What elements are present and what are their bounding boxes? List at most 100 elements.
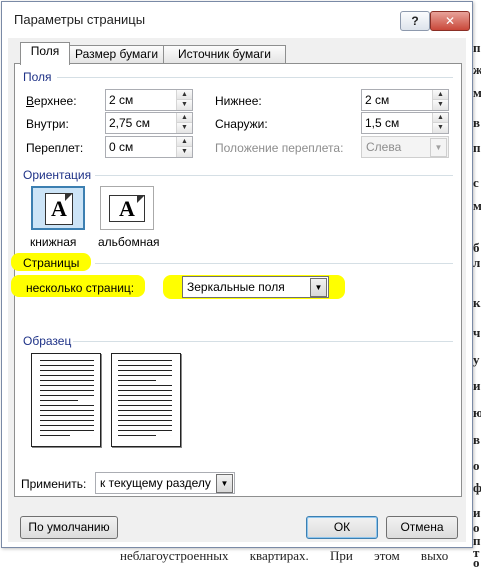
background-char: п xyxy=(473,140,481,155)
background-char: ф xyxy=(473,480,481,495)
bottom-margin-spinner[interactable]: 2 см ▲ ▼ xyxy=(361,89,449,111)
preview-group-divider xyxy=(73,341,453,342)
spin-up-icon[interactable]: ▲ xyxy=(177,90,192,100)
background-char: в xyxy=(473,432,481,447)
bottom-margin-label: Нижнее: xyxy=(215,94,262,108)
page-fold-icon xyxy=(65,193,73,201)
preview-line xyxy=(118,420,172,421)
preview-page-left xyxy=(31,353,101,447)
gutter-label: Переплет: xyxy=(26,141,84,155)
preview-line xyxy=(118,385,172,386)
multiple-pages-select[interactable]: Зеркальные поля ▼ xyxy=(182,276,329,298)
top-margin-label-text: ерхнее: xyxy=(34,94,77,108)
ok-button[interactable]: ОК xyxy=(306,516,378,539)
page-setup-dialog: Параметры страницы ? ✕ Поля Размер бумаг… xyxy=(1,1,473,548)
preview-line xyxy=(40,375,94,376)
preview-line xyxy=(40,435,70,436)
portrait-page-icon: A xyxy=(45,193,73,225)
background-char: б xyxy=(473,240,480,255)
top-margin-label: Верхнее: xyxy=(26,94,77,108)
preview-line xyxy=(40,415,94,416)
tab-paper-size[interactable]: Размер бумаги xyxy=(69,45,164,64)
preview-line xyxy=(40,365,94,366)
pages-group-label: Страницы xyxy=(23,256,80,270)
gutter-position-select[interactable]: Слева ▼ xyxy=(361,136,449,158)
spin-down-icon[interactable]: ▼ xyxy=(177,100,192,110)
inside-margin-spinner[interactable]: 2,75 см ▲ ▼ xyxy=(105,112,193,134)
dialog-client: Поля Размер бумаги Источник бумаги Поля … xyxy=(8,38,466,542)
preview-page-right xyxy=(111,353,181,447)
spin-up-icon[interactable]: ▲ xyxy=(177,137,192,147)
background-char: с xyxy=(473,175,479,190)
preview-line xyxy=(40,385,94,386)
spin-down-icon[interactable]: ▼ xyxy=(177,123,192,133)
gutter-spinner[interactable]: 0 см ▲ ▼ xyxy=(105,136,193,158)
preview-line xyxy=(40,410,94,411)
spin-up-icon[interactable]: ▲ xyxy=(433,113,448,123)
pages-group-divider xyxy=(95,263,453,264)
bottom-margin-value: 2 см xyxy=(365,93,390,107)
spin-down-icon[interactable]: ▼ xyxy=(433,100,448,110)
top-margin-value: 2 см xyxy=(109,93,134,107)
preview-line xyxy=(40,400,78,401)
title-bar: Параметры страницы ? ✕ xyxy=(2,2,472,36)
tab-margins[interactable]: Поля xyxy=(20,42,70,65)
preview-line xyxy=(118,415,172,416)
preview-line xyxy=(40,395,94,396)
preview-line xyxy=(118,425,172,426)
background-right-column: пжмвпсмблкчуиювофиопто xyxy=(472,0,481,570)
portrait-label: книжная xyxy=(30,235,77,249)
background-char: в xyxy=(473,115,481,130)
spin-up-icon[interactable]: ▲ xyxy=(177,113,192,123)
landscape-label: альбомная xyxy=(98,235,160,249)
gutter-position-label: Положение переплета: xyxy=(215,141,344,155)
background-char: к xyxy=(473,295,481,310)
preview-line xyxy=(40,390,94,391)
inside-margin-value: 2,75 см xyxy=(109,116,150,130)
landscape-page-icon: A xyxy=(109,195,145,222)
cancel-button[interactable]: Отмена xyxy=(386,516,458,539)
help-button[interactable]: ? xyxy=(400,11,430,31)
preview-line xyxy=(118,365,172,366)
preview-line xyxy=(40,360,94,361)
preview-line xyxy=(40,380,94,381)
multiple-pages-value: Зеркальные поля xyxy=(187,280,285,294)
spin-down-icon[interactable]: ▼ xyxy=(433,123,448,133)
preview-line xyxy=(118,375,172,376)
background-char: м xyxy=(473,198,481,213)
preview-line xyxy=(118,405,172,406)
background-char: ч xyxy=(473,325,481,340)
bottom-margin-arrows: ▲ ▼ xyxy=(432,90,448,110)
margins-group-label: Поля xyxy=(23,70,52,84)
outside-margin-label: Снаружи: xyxy=(215,117,268,131)
apply-select[interactable]: к текущему разделу ▼ xyxy=(95,472,235,494)
margins-group-divider xyxy=(57,77,453,78)
preview-line xyxy=(40,420,94,421)
portrait-button[interactable]: A xyxy=(31,186,85,230)
tab-paper-source[interactable]: Источник бумаги xyxy=(163,45,286,64)
dialog-title: Параметры страницы xyxy=(14,12,146,27)
multiple-pages-label: несколько страниц: xyxy=(26,281,135,295)
apply-value: к текущему разделу xyxy=(100,476,211,490)
preview-line xyxy=(118,395,172,396)
inside-margin-label: Внутри: xyxy=(26,117,69,131)
outside-margin-arrows: ▲ ▼ xyxy=(432,113,448,133)
close-button[interactable]: ✕ xyxy=(430,11,470,31)
background-char: л xyxy=(473,255,481,270)
background-char: п xyxy=(473,40,481,55)
set-default-button[interactable]: По умолчанию xyxy=(20,516,118,539)
spin-down-icon[interactable]: ▼ xyxy=(177,147,192,157)
background-char: о xyxy=(473,458,480,473)
top-margin-spinner[interactable]: 2 см ▲ ▼ xyxy=(105,89,193,111)
outside-margin-spinner[interactable]: 1,5 см ▲ ▼ xyxy=(361,112,449,134)
background-bottom-text: неблагоустроенных квартирах. При этом вы… xyxy=(120,548,449,563)
preview-line xyxy=(40,430,94,431)
background-char: и xyxy=(473,378,481,393)
landscape-glyph: A xyxy=(119,196,135,221)
landscape-button[interactable]: A xyxy=(100,186,154,230)
chevron-down-icon: ▼ xyxy=(430,138,447,157)
background-char: и xyxy=(473,505,481,520)
gutter-arrows: ▲ ▼ xyxy=(176,137,192,157)
chevron-down-icon: ▼ xyxy=(310,278,327,297)
spin-up-icon[interactable]: ▲ xyxy=(433,90,448,100)
